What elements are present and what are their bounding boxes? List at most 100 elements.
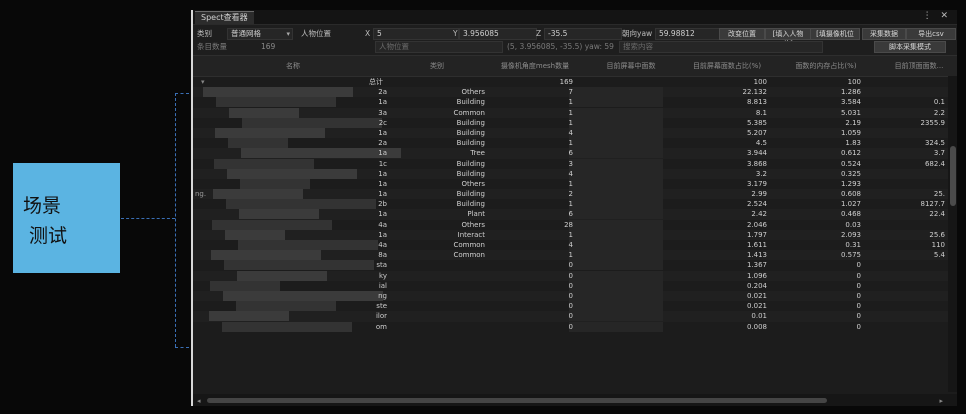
table-row[interactable]: ial 0 0.204 0 (193, 280, 957, 291)
row-name-suffix: 2b (378, 200, 387, 209)
y-input[interactable]: 3.956085 (459, 28, 537, 40)
fill-camera-position-button[interactable]: [填摄像机位 (810, 28, 860, 40)
table-row[interactable]: ste 0 0.021 0 (193, 301, 957, 312)
table-row[interactable]: 8a Common 1 1.413 0.575 5.4 (193, 250, 957, 261)
column-mesh-count[interactable]: 摄像机角度mesh数量 (487, 61, 583, 71)
row-category: Others (461, 179, 485, 188)
redacted-name-block (229, 107, 299, 118)
scroll-right-icon[interactable]: ▸ (939, 397, 943, 405)
redacted-faces-block (569, 199, 663, 210)
change-position-button[interactable]: 改变位置 (719, 28, 765, 40)
column-name[interactable]: 名称 (263, 61, 323, 71)
table-row[interactable]: om 0 0.008 0 (193, 321, 957, 332)
column-memory-ratio[interactable]: 面数的内存占比(%) (781, 61, 871, 71)
table-row[interactable]: sta 0 1.367 0 (193, 260, 957, 271)
table-row[interactable]: ng 0 0.021 0 (193, 290, 957, 302)
x-input[interactable]: 5 (373, 28, 459, 40)
redacted-faces-block (569, 250, 663, 261)
table-row[interactable]: 2b Building 1 2.524 1.027 8127.7 (193, 199, 957, 210)
row-memory-ratio: 0 (856, 271, 861, 280)
window-controls-icon[interactable]: ⋮ ✕ (923, 11, 951, 21)
table-row[interactable]: ng. 1a Building 2 2.99 0.608 25. (193, 189, 957, 200)
window-tab[interactable]: Spect查看器 (195, 11, 254, 24)
redacted-faces-block (569, 321, 663, 332)
row-memory-ratio: 0.325 (840, 169, 861, 178)
redacted-faces-block (569, 290, 663, 301)
table-row[interactable]: 1c Building 3 3.868 0.524 682.4 (193, 158, 957, 169)
table-row[interactable]: ilor 0 0.01 0 (193, 311, 957, 322)
row-memory-ratio: 0 (856, 302, 861, 311)
yaw-input[interactable]: 59.98812 (655, 28, 723, 40)
row-top-faces: 110 (931, 241, 945, 249)
table-row[interactable]: 4a Common 4 1.611 0.31 110 (193, 240, 957, 251)
row-name-suffix: ial (378, 281, 387, 290)
count-value: 169 (261, 42, 276, 51)
redacted-name-block (213, 189, 303, 200)
row-name-suffix: 2c (378, 118, 387, 127)
category-dropdown[interactable]: 普通网格 (227, 28, 293, 40)
row-memory-ratio: 1.83 (845, 139, 861, 148)
column-screen-faces[interactable]: 目前屏幕中面数 (593, 61, 669, 71)
table-row[interactable]: 3a Common 1 8.1 5.031 2.2 (193, 107, 957, 118)
scroll-left-icon[interactable]: ◂ (197, 397, 201, 405)
vertical-scroll-thumb[interactable] (950, 146, 956, 206)
row-mesh-count: 1 (568, 98, 573, 107)
export-csv-button[interactable]: 导出csv (906, 28, 956, 40)
horizontal-scroll-thumb[interactable] (207, 398, 827, 403)
table-row[interactable]: 2a Building 1 4.5 1.83 324.5 (193, 138, 957, 149)
table-row[interactable]: 1a Building 4 3.2 0.325 (193, 168, 957, 179)
table-row[interactable]: 2a Others 7 22.132 1.286 (193, 87, 957, 98)
column-category[interactable]: 类别 (407, 61, 467, 71)
table-row[interactable]: 4a Others 28 2.046 0.03 (193, 219, 957, 230)
row-name-suffix: ilor (375, 312, 387, 321)
vertical-scrollbar[interactable] (948, 76, 957, 392)
table-row[interactable]: 1a Building 1 8.813 3.584 0.1 (193, 97, 957, 108)
redacted-faces-block (569, 117, 663, 128)
row-name-suffix: 1c (378, 159, 387, 168)
row-name-prefix: ng. (195, 190, 207, 199)
z-input[interactable]: -35.5 (544, 28, 622, 40)
row-top-faces: 22.4 (929, 210, 945, 219)
redacted-name-block (240, 178, 310, 189)
table-row[interactable]: ky 0 1.096 0 (193, 270, 957, 281)
table-row[interactable]: 1a Interact 1 1.797 2.093 25.6 (193, 229, 957, 240)
character-position-field[interactable]: 人物位置 (375, 41, 503, 53)
row-mesh-count: 4 (568, 128, 573, 137)
script-collect-mode-button[interactable]: 脚本采集模式 (874, 41, 946, 53)
redacted-name-block (228, 138, 288, 149)
table-row[interactable]: 1a Building 4 5.207 1.059 (193, 127, 957, 139)
table-row[interactable]: 1a Others 1 3.179 1.293 (193, 178, 957, 190)
row-mesh-count: 4 (568, 241, 573, 249)
row-category: Building (456, 200, 485, 209)
row-screen-ratio: 0.204 (746, 281, 767, 290)
row-mesh-count: 3 (568, 159, 573, 168)
table-total-row[interactable]: ▾ 总计 169 100 100 (193, 77, 957, 88)
fill-character-position-button[interactable]: [填入人物位] (765, 28, 811, 48)
collect-data-button[interactable]: 采集数据 (862, 28, 906, 40)
row-screen-ratio: 1.367 (746, 261, 767, 270)
title-bar: Spect查看器 ⋮ ✕ (193, 10, 957, 25)
table-row[interactable]: 1a Tree 6 3.944 0.612 3.7 (193, 148, 957, 159)
table-row[interactable]: 2c Building 1 5.385 2.19 2355.9 (193, 117, 957, 128)
column-screen-face-ratio[interactable]: 目前屏幕面数占比(%) (679, 61, 775, 71)
column-top-faces[interactable]: 目前顶面面数... (879, 61, 957, 71)
row-category: Interact (457, 230, 485, 239)
redacted-faces-block (569, 87, 663, 98)
row-name-suffix: 3a (378, 108, 387, 117)
redacted-name-block (209, 311, 289, 322)
redacted-faces-block (569, 270, 663, 281)
row-category: Tree (470, 149, 485, 158)
redacted-name-block (222, 321, 352, 332)
redacted-faces-block (569, 148, 663, 159)
redacted-faces-block (569, 97, 663, 108)
horizontal-scrollbar[interactable]: ◂ ▸ (193, 394, 957, 406)
bracket-bottom (175, 347, 189, 348)
search-input[interactable]: 搜索内容 (619, 41, 823, 53)
expand-arrow-icon[interactable]: ▾ (201, 77, 205, 87)
row-mesh-count: 0 (568, 291, 573, 300)
row-screen-ratio: 8.813 (746, 98, 767, 107)
redacted-name-block (215, 127, 325, 138)
row-name-suffix: 4a (378, 241, 387, 249)
table-row[interactable]: 1a Plant 6 2.42 0.468 22.4 (193, 209, 957, 220)
row-name-suffix: ky (379, 271, 387, 280)
